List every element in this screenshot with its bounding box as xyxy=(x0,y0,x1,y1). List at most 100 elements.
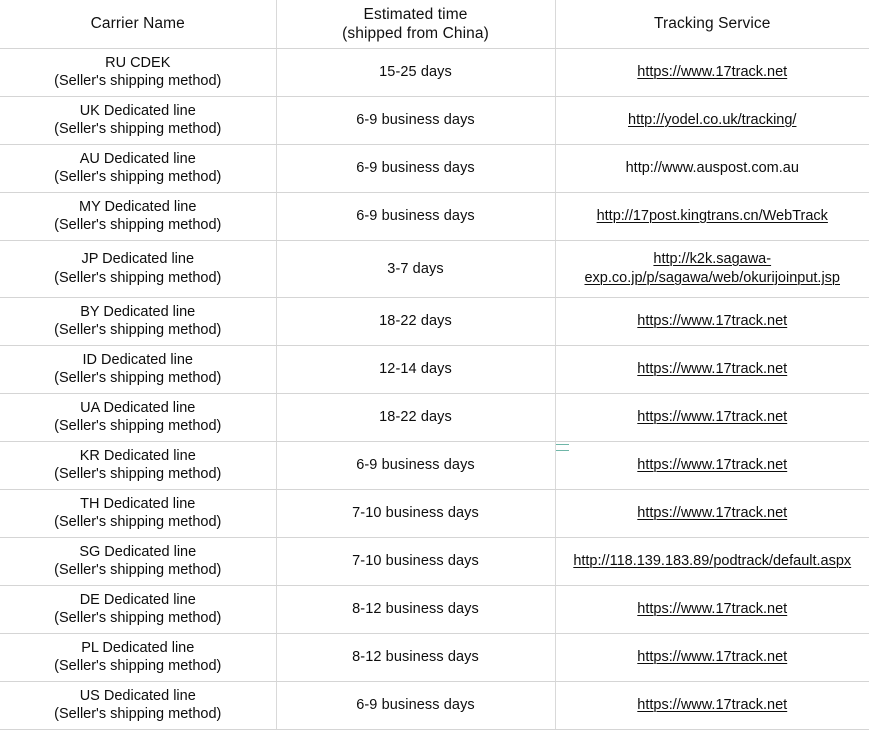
table-row: BY Dedicated line (Seller's shipping meth… xyxy=(0,297,869,346)
column-header-tracking-service: Tracking Service xyxy=(555,0,869,49)
carrier-shipping-method-note: (Seller's shipping method) xyxy=(54,73,222,89)
carrier-shipping-method-note: (Seller's shipping method) xyxy=(54,269,222,286)
carrier-name-text: SG Dedicated line xyxy=(79,543,197,560)
tracking-link[interactable]: http://118.139.183.89/podtrack/default.a… xyxy=(573,553,851,569)
column-header-tracking-service-line1: Tracking Service xyxy=(654,15,771,33)
tracking-link[interactable]: https://www.17track.net xyxy=(637,697,787,713)
carrier-shipping-method-note: (Seller's shipping method) xyxy=(54,370,222,386)
carrier-name-text: TH Dedicated line xyxy=(80,495,196,512)
column-header-carrier-name-line1: Carrier Name xyxy=(90,15,185,33)
estimated-time-cell: 8-12 business days xyxy=(276,633,556,682)
estimated-time-cell: 8-12 business days xyxy=(276,585,556,634)
carrier-name-cell: RU CDEK (Seller's shipping method) xyxy=(0,48,277,97)
table-row: DE Dedicated line (Seller's shipping meth… xyxy=(0,585,869,634)
table-row: SG Dedicated line (Seller's shipping meth… xyxy=(0,537,869,586)
tracking-service-cell: https://www.17track.net xyxy=(555,681,869,730)
table-body: RU CDEK (Seller's shipping method) 15-25 d… xyxy=(0,48,869,730)
tracking-service-cell: http://k2k.sagawa-exp.co.jp/p/sagawa/web… xyxy=(555,240,869,298)
estimated-time-cell: 3-7 days xyxy=(276,240,556,298)
table-row: PL Dedicated line (Seller's shipping meth… xyxy=(0,633,869,682)
carrier-name-text: ID Dedicated line xyxy=(82,351,193,368)
table-row: UA Dedicated line (Seller's shipping meth… xyxy=(0,393,869,442)
carrier-name-cell: UA Dedicated line (Seller's shipping meth… xyxy=(0,393,277,442)
carrier-name-cell: ID Dedicated line (Seller's shipping meth… xyxy=(0,345,277,394)
estimated-time-cell: 6-9 business days xyxy=(276,96,556,145)
estimated-time-cell: 18-22 days xyxy=(276,297,556,346)
table-row: AU Dedicated line (Seller's shipping meth… xyxy=(0,144,869,193)
table-row: MY Dedicated line (Seller's shipping meth… xyxy=(0,192,869,241)
carrier-name-cell: BY Dedicated line (Seller's shipping meth… xyxy=(0,297,277,346)
carrier-name-text: UA Dedicated line xyxy=(80,399,196,416)
carrier-name-cell: AU Dedicated line (Seller's shipping meth… xyxy=(0,144,277,193)
carrier-name-cell: SG Dedicated line (Seller's shipping meth… xyxy=(0,537,277,586)
column-header-estimated-time: Estimated time (shipped from China) xyxy=(276,0,556,49)
tracking-service-cell: http://17post.kingtrans.cn/WebTrack xyxy=(555,192,869,241)
carrier-name-text: PL Dedicated line xyxy=(81,639,195,656)
carrier-name-cell: JP Dedicated line (Seller's shipping meth… xyxy=(0,240,277,298)
carrier-shipping-method-note: (Seller's shipping method) xyxy=(54,610,222,626)
carrier-shipping-method-note: (Seller's shipping method) xyxy=(54,169,222,185)
tracking-service-cell: https://www.17track.net xyxy=(555,345,869,394)
estimated-time-cell: 7-10 business days xyxy=(276,489,556,538)
table-row: JP Dedicated line (Seller's shipping meth… xyxy=(0,240,869,298)
tracking-service-cell: https://www.17track.net xyxy=(555,441,869,490)
tracking-link-continued[interactable]: exp.co.jp/p/sagawa/web/okurijoinput.jsp xyxy=(584,270,840,286)
carrier-name-text: JP Dedicated line xyxy=(81,251,195,267)
carrier-name-text: RU CDEK xyxy=(105,54,171,71)
table-row: TH Dedicated line (Seller's shipping meth… xyxy=(0,489,869,538)
table-row: RU CDEK (Seller's shipping method) 15-25 d… xyxy=(0,48,869,97)
tracking-link[interactable]: http://yodel.co.uk/tracking/ xyxy=(628,112,796,128)
tracking-service-cell: http://118.139.183.89/podtrack/default.a… xyxy=(555,537,869,586)
estimated-time-cell: 18-22 days xyxy=(276,393,556,442)
table-row: UK Dedicated line (Seller's shipping meth… xyxy=(0,96,869,145)
column-header-carrier-name: Carrier Name xyxy=(0,0,277,49)
estimated-time-cell: 7-10 business days xyxy=(276,537,556,586)
estimated-time-cell: 12-14 days xyxy=(276,345,556,394)
tracking-link[interactable]: https://www.17track.net xyxy=(637,601,787,617)
carrier-shipping-method-note: (Seller's shipping method) xyxy=(54,121,222,137)
carrier-name-text: KR Dedicated line xyxy=(79,447,196,464)
tracking-link[interactable]: https://www.17track.net xyxy=(637,649,787,665)
tracking-service-cell: https://www.17track.net xyxy=(555,585,869,634)
tracking-service-cell: https://www.17track.net xyxy=(555,393,869,442)
tracking-link[interactable]: https://www.17track.net xyxy=(637,457,787,473)
carrier-shipping-method-note: (Seller's shipping method) xyxy=(54,217,222,233)
column-header-estimated-time-line1: Estimated time xyxy=(363,5,468,23)
carrier-shipping-method-note: (Seller's shipping method) xyxy=(54,706,222,722)
carrier-name-cell: TH Dedicated line (Seller's shipping meth… xyxy=(0,489,277,538)
carrier-name-cell: KR Dedicated line (Seller's shipping meth… xyxy=(0,441,277,490)
tracking-service-cell: https://www.17track.net xyxy=(555,297,869,346)
carrier-shipping-method-note: (Seller's shipping method) xyxy=(54,658,222,674)
shipping-carriers-table: Carrier Name Estimated time (shipped fro… xyxy=(0,0,869,730)
carrier-name-cell: MY Dedicated line (Seller's shipping meth… xyxy=(0,192,277,241)
column-header-estimated-time-line2: (shipped from China) xyxy=(342,24,489,42)
carrier-shipping-method-note: (Seller's shipping method) xyxy=(54,562,222,578)
carrier-name-cell: DE Dedicated line (Seller's shipping meth… xyxy=(0,585,277,634)
table-header-row: Carrier Name Estimated time (shipped fro… xyxy=(0,0,869,49)
carrier-name-cell: UK Dedicated line (Seller's shipping meth… xyxy=(0,96,277,145)
carrier-name-cell: US Dedicated line (Seller's shipping meth… xyxy=(0,681,277,730)
table-header: Carrier Name Estimated time (shipped fro… xyxy=(0,0,869,49)
table-row: US Dedicated line (Seller's shipping meth… xyxy=(0,681,869,730)
tracking-link[interactable]: https://www.17track.net xyxy=(637,361,787,377)
carrier-name-text: MY Dedicated line xyxy=(79,198,197,215)
carrier-name-text: DE Dedicated line xyxy=(79,591,196,608)
tracking-link[interactable]: https://www.17track.net xyxy=(637,313,787,329)
carrier-shipping-method-note: (Seller's shipping method) xyxy=(54,466,222,482)
tracking-link[interactable]: https://www.17track.net xyxy=(637,64,787,80)
tracking-url-text: http://www.auspost.com.au xyxy=(625,159,799,176)
carrier-name-text: AU Dedicated line xyxy=(79,150,196,167)
tracking-link[interactable]: http://17post.kingtrans.cn/WebTrack xyxy=(597,208,828,224)
carrier-name-text: US Dedicated line xyxy=(79,687,196,704)
estimated-time-cell: 6-9 business days xyxy=(276,144,556,193)
tracking-service-cell: https://www.17track.net xyxy=(555,489,869,538)
tracking-link[interactable]: https://www.17track.net xyxy=(637,409,787,425)
carrier-name-text: BY Dedicated line xyxy=(80,303,196,320)
carrier-shipping-method-note: (Seller's shipping method) xyxy=(54,322,222,338)
tracking-link[interactable]: http://k2k.sagawa- xyxy=(653,251,771,267)
estimated-time-cell: 6-9 business days xyxy=(276,192,556,241)
carrier-name-cell: PL Dedicated line (Seller's shipping meth… xyxy=(0,633,277,682)
tracking-service-cell: http://yodel.co.uk/tracking/ xyxy=(555,96,869,145)
tracking-link[interactable]: https://www.17track.net xyxy=(637,505,787,521)
estimated-time-cell: 15-25 days xyxy=(276,48,556,97)
